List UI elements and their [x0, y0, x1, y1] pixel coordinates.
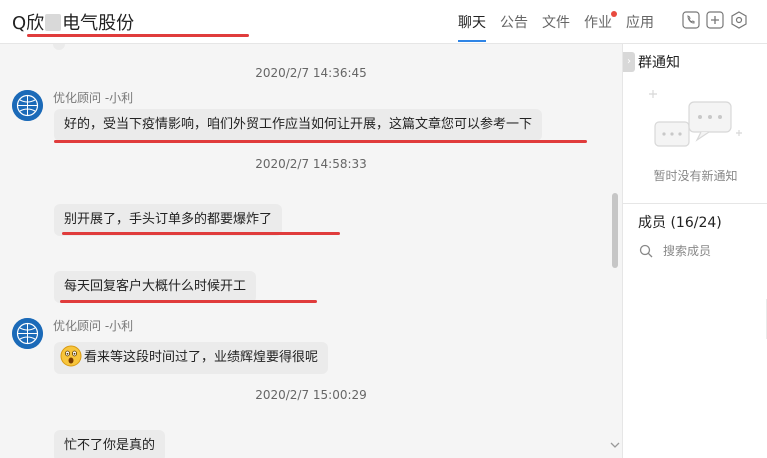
empty-notice-text: 暂时没有新通知	[653, 169, 738, 183]
notification-dot	[611, 11, 617, 17]
sender-name: 优化顾问 -小利	[53, 319, 134, 333]
avatar[interactable]	[12, 318, 43, 349]
add-icon[interactable]	[706, 11, 724, 29]
members-label: 成员 (16/24)	[638, 215, 722, 231]
phone-icon[interactable]	[682, 11, 700, 29]
member-search[interactable]: 搜索成员	[639, 242, 711, 259]
settings-hex-icon[interactable]	[730, 11, 748, 29]
message-timestamp: 2020/2/7 14:58:33	[255, 157, 367, 171]
message-timestamp: 2020/2/7 14:36:45	[255, 66, 367, 80]
empty-notice-illustration-icon	[645, 84, 745, 168]
header-tabs: 聊天 公告 文件 作业 应用	[458, 11, 668, 42]
collapse-sidebar-icon[interactable]: ›	[623, 52, 635, 72]
chat-header: Q欣 电气股份 聊天 公告 文件 作业 应用	[0, 0, 767, 44]
divider	[623, 203, 767, 204]
message-bubble[interactable]: 看来等这段时间过了，业绩辉煌要得很呢	[54, 342, 329, 374]
shocked-emoji-icon	[60, 345, 82, 367]
message-bubble[interactable]: 好的，受当下疫情影响，咱们外贸工作应当如何让开展，这篇文章您可以参考一下	[54, 109, 543, 141]
annotation-underline	[62, 232, 340, 235]
tab-files[interactable]: 文件	[542, 12, 570, 42]
sender-name: 优化顾问 -小利	[53, 91, 134, 105]
tab-homework[interactable]: 作业	[584, 11, 617, 42]
annotation-underline	[54, 140, 587, 143]
search-icon	[639, 244, 653, 257]
redacted-text	[45, 14, 62, 31]
message-bubble[interactable]: 每天回复客户大概什么时候开工	[54, 271, 257, 303]
scroll-down-icon[interactable]	[610, 435, 620, 448]
annotation-underline	[60, 300, 317, 303]
header-actions	[682, 11, 754, 29]
avatar[interactable]	[12, 90, 43, 121]
search-placeholder: 搜索成员	[663, 244, 712, 258]
notice-title: 群通知	[638, 55, 680, 71]
tab-homework-label: 作业	[584, 15, 612, 31]
message-bubble[interactable]: 忙不了你是真的	[54, 430, 166, 458]
tab-chat[interactable]: 聊天	[458, 12, 486, 42]
chat-area[interactable]: 2020/2/7 14:36:45 优化顾问 -小利 好的，受当下疫情影响，咱们…	[0, 44, 622, 458]
annotation-underline	[27, 34, 249, 37]
previous-message-bubble	[53, 44, 65, 50]
scrollbar-thumb[interactable]	[612, 193, 618, 268]
tab-announcements[interactable]: 公告	[500, 12, 528, 42]
tab-apps[interactable]: 应用	[626, 12, 654, 42]
message-timestamp: 2020/2/7 15:00:29	[255, 388, 367, 402]
group-sidebar: › 群通知 暂时没有新通知 成员 (16/24) 搜索成员	[622, 44, 767, 458]
group-title: Q欣 电气股份	[12, 13, 135, 34]
message-text: 看来等这段时间过了，业绩辉煌要得很呢	[84, 350, 319, 365]
